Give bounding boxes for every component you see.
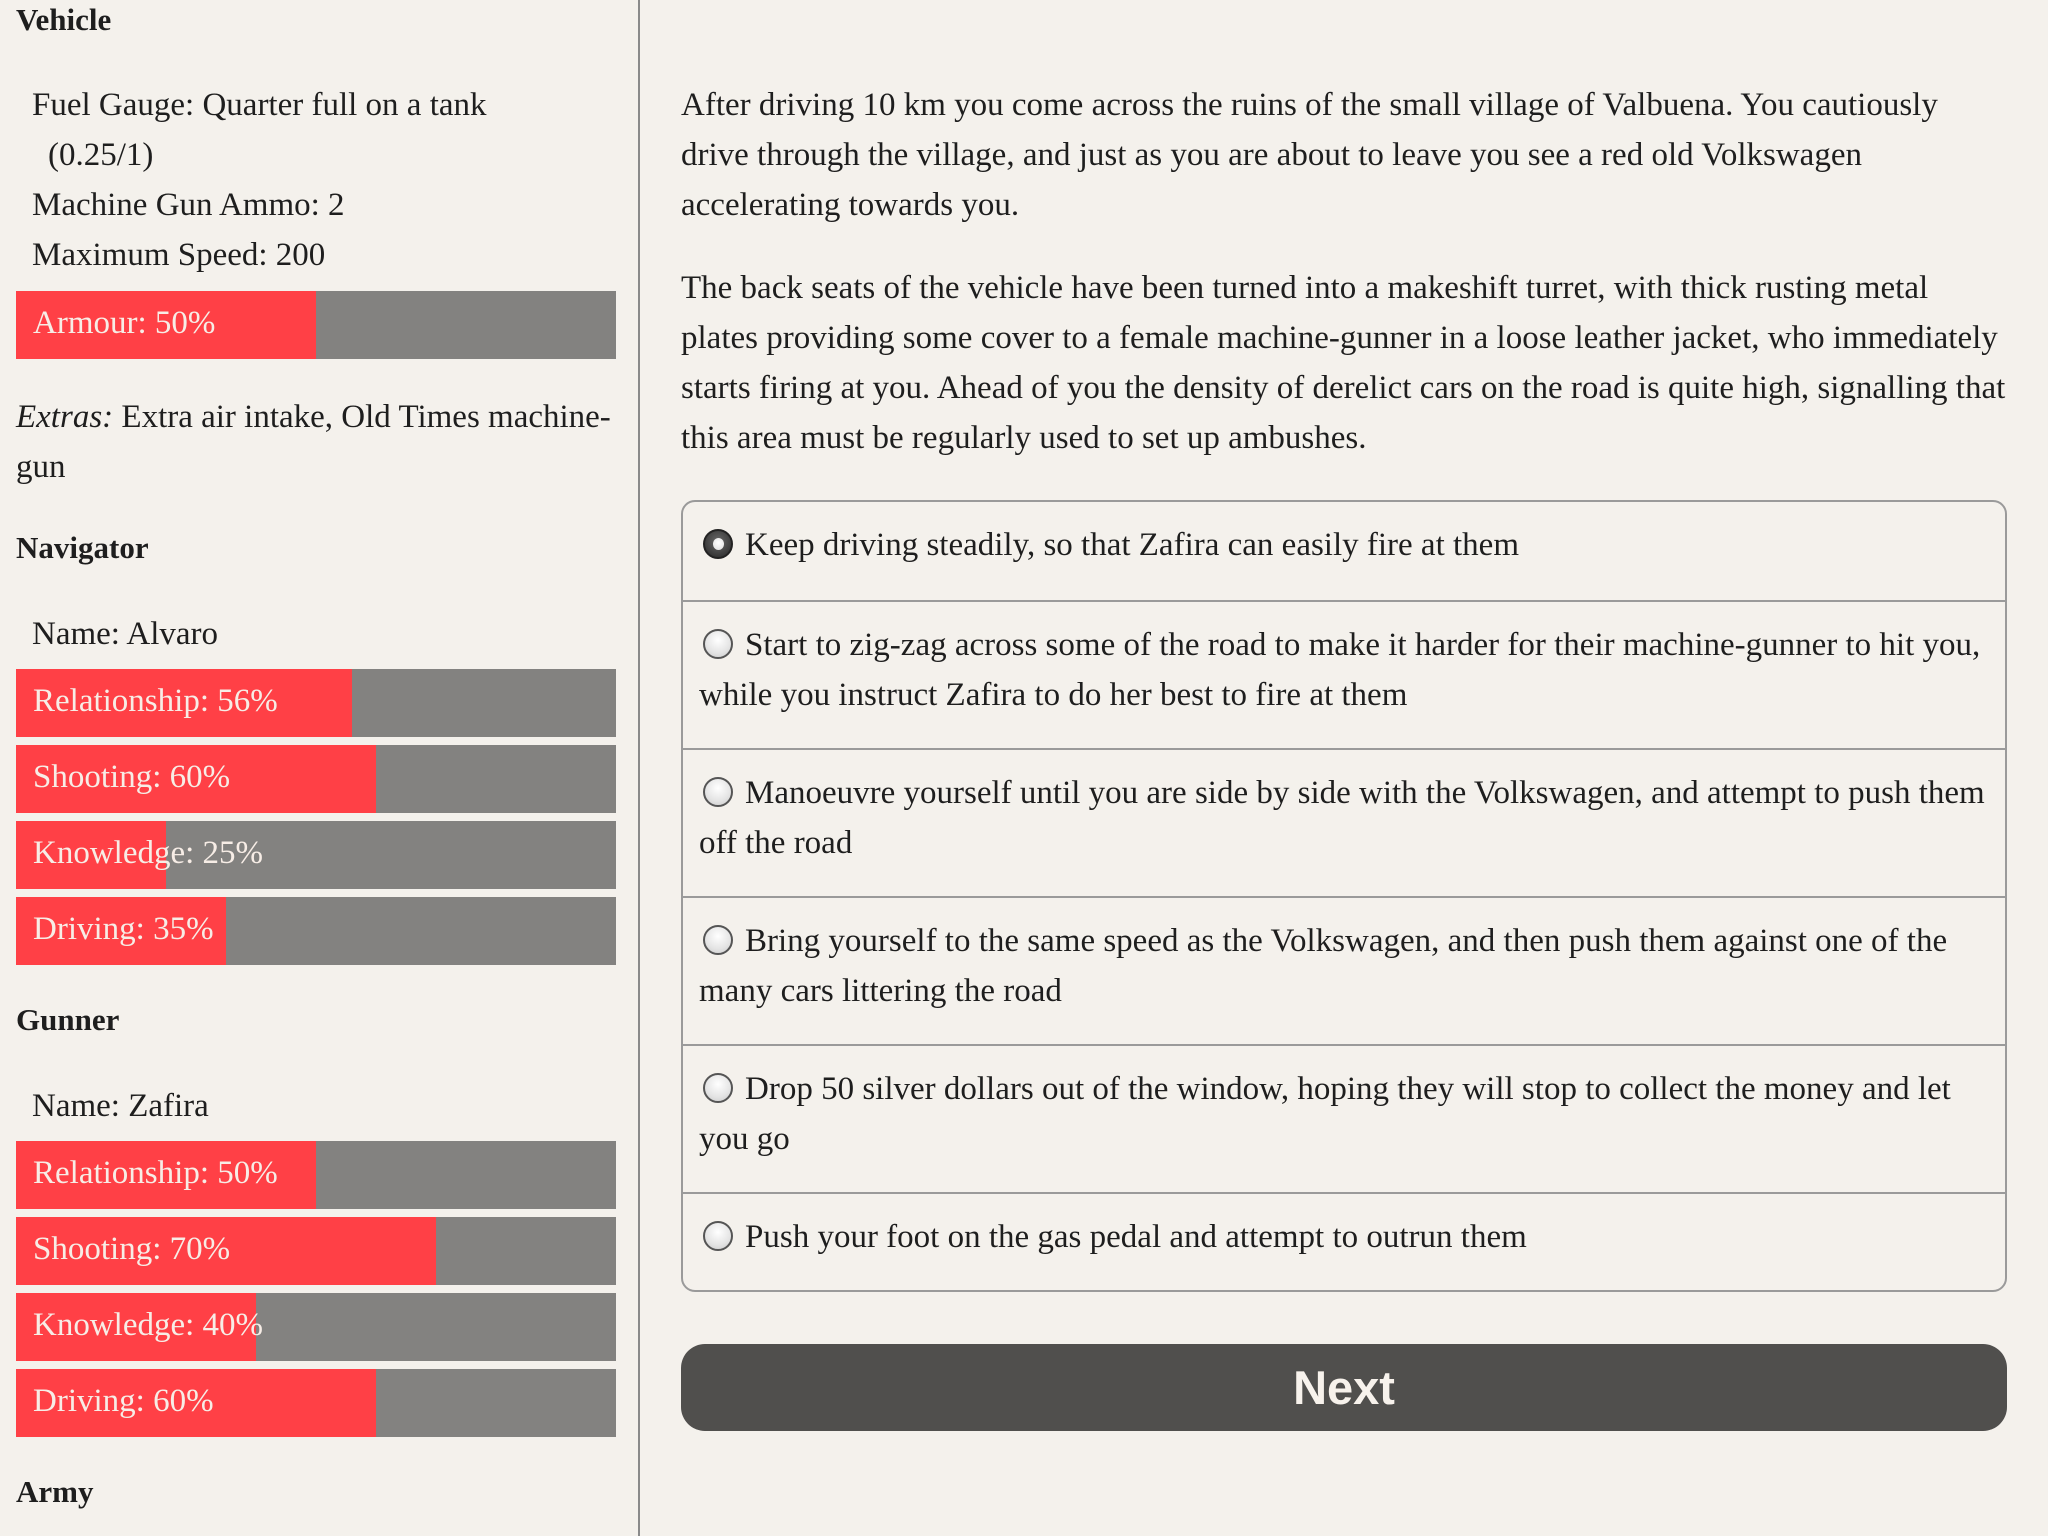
fuel-gauge-text: Fuel Gauge: Quarter full on a tank	[32, 87, 487, 123]
gunner-shooting-bar: Shooting: 70%	[16, 1217, 616, 1285]
vehicle-extras: Extras: Extra air intake, Old Times mach…	[16, 392, 616, 492]
army-heading: Army	[16, 1474, 94, 1509]
choice-option[interactable]: Keep driving steadily, so that Zafira ca…	[683, 502, 2005, 600]
armour-bar-label: Armour: 50%	[33, 305, 216, 341]
choice-text: Bring yourself to the same speed as the …	[699, 923, 1948, 1009]
vehicle-heading: Vehicle	[16, 2, 112, 37]
navigator-driving-bar: Driving: 35%	[16, 897, 616, 965]
gunner-knowledge-bar: Knowledge: 40%	[16, 1293, 616, 1361]
choice-option[interactable]: Drop 50 silver dollars out of the window…	[683, 1044, 2005, 1192]
choice-text: Drop 50 silver dollars out of the window…	[699, 1071, 1951, 1157]
next-button[interactable]: Next	[681, 1344, 2007, 1431]
fuel-gauge-value: (0.25/1)	[48, 137, 154, 173]
radio-button[interactable]	[703, 529, 733, 559]
gunner-relationship-bar: Relationship: 50%	[16, 1141, 616, 1209]
radio-button[interactable]	[703, 629, 733, 659]
radio-button[interactable]	[703, 1221, 733, 1251]
extras-label: Extras:	[16, 399, 114, 435]
gunner-driving-bar: Driving: 60%	[16, 1369, 616, 1437]
choice-list: Keep driving steadily, so that Zafira ca…	[681, 500, 2007, 1292]
navigator-shooting-bar: Shooting: 60%	[16, 745, 616, 813]
navigator-relationship-label: Relationship: 56%	[33, 683, 278, 719]
navigator-name: Name: Alvaro	[32, 616, 219, 652]
choice-text: Start to zig-zag across some of the road…	[699, 627, 1981, 713]
maximum-speed: Maximum Speed: 200	[32, 237, 326, 273]
choice-text: Push your foot on the gas pedal and atte…	[745, 1219, 1527, 1255]
radio-button[interactable]	[703, 925, 733, 955]
gunner-name: Name: Zafira	[32, 1088, 209, 1124]
navigator-heading: Navigator	[16, 530, 149, 565]
choice-option[interactable]: Push your foot on the gas pedal and atte…	[683, 1192, 2005, 1290]
gunner-relationship-label: Relationship: 50%	[33, 1155, 278, 1191]
gunner-shooting-label: Shooting: 70%	[33, 1231, 231, 1267]
story-paragraph: The back seats of the vehicle have been …	[681, 270, 2006, 456]
character-sidebar: Vehicle Fuel Gauge: Quarter full on a ta…	[0, 0, 640, 1536]
armour-bar: Armour: 50%	[16, 291, 616, 359]
choice-text: Manoeuvre yourself until you are side by…	[699, 775, 1985, 861]
radio-button[interactable]	[703, 1073, 733, 1103]
choice-option[interactable]: Start to zig-zag across some of the road…	[683, 600, 2005, 748]
story-paragraph: After driving 10 km you come across the …	[681, 87, 1938, 223]
gunner-knowledge-label: Knowledge: 40%	[33, 1307, 264, 1343]
navigator-knowledge-bar: Knowledge: 25%	[16, 821, 616, 889]
gunner-driving-label: Driving: 60%	[33, 1383, 214, 1419]
navigator-shooting-label: Shooting: 60%	[33, 759, 231, 795]
navigator-relationship-bar: Relationship: 56%	[16, 669, 616, 737]
navigator-knowledge-label: Knowledge: 25%	[33, 835, 264, 871]
choice-option[interactable]: Manoeuvre yourself until you are side by…	[683, 748, 2005, 896]
machine-gun-ammo: Machine Gun Ammo: 2	[32, 187, 345, 223]
navigator-driving-label: Driving: 35%	[33, 911, 214, 947]
radio-button[interactable]	[703, 777, 733, 807]
choice-text: Keep driving steadily, so that Zafira ca…	[745, 527, 1519, 563]
choice-option[interactable]: Bring yourself to the same speed as the …	[683, 896, 2005, 1044]
gunner-heading: Gunner	[16, 1002, 120, 1037]
